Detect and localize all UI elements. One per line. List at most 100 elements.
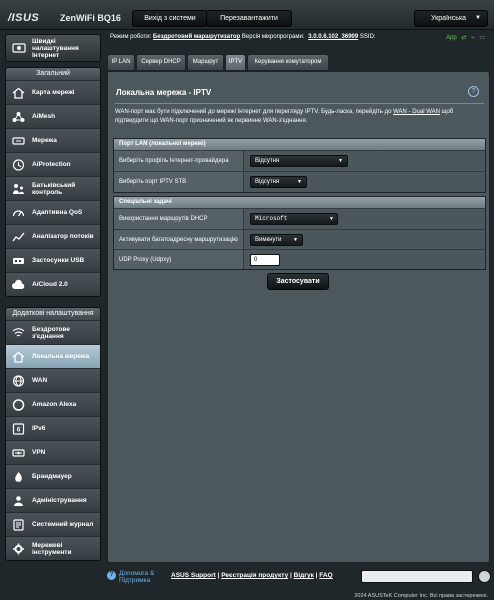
udpxy-row: UDP Proxy (Udpxy) 0 <box>114 249 485 269</box>
status-icons: App ⇄ ⌁ ▭ <box>446 34 488 41</box>
sidebar-item-alexa[interactable]: Amazon Alexa <box>6 392 100 416</box>
chevron-down-icon: ▼ <box>297 179 302 185</box>
mode-value[interactable]: Бездротовий маршрутизатор <box>153 34 240 40</box>
page-title: Локальна мережа - IPTV <box>116 88 212 97</box>
dhcp-routes-value: Microsoft <box>255 215 288 222</box>
sidebar-item-network-tools[interactable]: Мережеві інструменти <box>6 536 100 560</box>
reboot-button[interactable]: Перезавантажити <box>206 10 292 27</box>
sidebar-item-label: Мережа <box>32 137 57 144</box>
chevron-down-icon: ▼ <box>338 158 343 164</box>
usb-status-icon[interactable]: ⌁ <box>471 35 475 41</box>
qis-label: Швидкі налаштування Інтернет <box>32 38 79 59</box>
sidebar-item-wan[interactable]: WAN <box>6 368 100 392</box>
isp-profile-row: Виберіть профіль Інтернет-провайдера Від… <box>114 150 485 171</box>
alexa-icon <box>12 399 25 411</box>
iptv-stb-value: Відсутня <box>255 179 280 185</box>
ethernet-status-icon[interactable]: ▭ <box>479 35 485 41</box>
sidebar-item-parental-control[interactable]: Батьківський контроль <box>6 176 100 200</box>
sidebar-item-traffic-analyzer[interactable]: Аналізатор потоків <box>6 224 100 248</box>
tab-iptv[interactable]: IPTV <box>225 54 246 71</box>
faq-link[interactable]: FAQ <box>319 572 332 579</box>
sidebar-item-aicloud[interactable]: AiCloud 2.0 <box>6 272 100 296</box>
sidebar-item-firewall[interactable]: Брандмауер <box>6 464 100 488</box>
svg-text:6: 6 <box>17 428 21 434</box>
special-tasks-table: Спеціальні задачі Використання маршрутів… <box>113 196 486 270</box>
firmware-value[interactable]: 3.0.0.6.102_36909 <box>308 34 358 40</box>
sidebar-item-ipv6[interactable]: 6 IPv6 <box>6 416 100 440</box>
tab-ip-lan[interactable]: IP LAN <box>107 54 135 71</box>
vpn-icon <box>12 449 25 457</box>
sidebar-item-label: WAN <box>32 377 48 384</box>
chevron-down-icon: ▼ <box>329 216 333 222</box>
search-button[interactable] <box>478 570 491 583</box>
sidebar-item-label: Застосунки USB <box>32 257 85 264</box>
lan-port-heading: Порт LAN (локальної мережі) <box>114 139 485 150</box>
apply-button[interactable]: Застосувати <box>267 273 329 290</box>
firmware-label: Версія мікропрограми: <box>241 34 305 40</box>
sidebar-item-label: IPv6 <box>32 425 46 432</box>
advanced-section-title: Додаткові налаштування <box>6 308 100 320</box>
general-section: Загальний Карта мережі AiMesh Мережа AiP… <box>5 67 101 297</box>
help-support-link[interactable]: ? Допомога & Підтримка <box>107 570 161 584</box>
general-section-title: Загальний <box>6 68 100 80</box>
lan-icon <box>12 351 25 363</box>
iptv-stb-row: Виберіть порт IPTV STB Відсутня ▼ <box>114 171 485 192</box>
tab-dhcp-server[interactable]: Сервер DHCP <box>136 54 186 71</box>
top-bar: /ISUS ZenWiFi BQ16 Вихід з системи Перез… <box>0 0 494 30</box>
sidebar-item-label: Системний журнал <box>32 521 94 528</box>
search-input[interactable] <box>361 570 473 583</box>
sidebar-item-label: Карта мережі <box>32 89 75 96</box>
feedback-link[interactable]: Відгук <box>294 572 314 579</box>
sidebar-item-administration[interactable]: Адміністрування <box>6 488 100 512</box>
quick-setup-icon <box>12 43 26 53</box>
tab-switch-control[interactable]: Керування комутатором <box>247 54 329 71</box>
sidebar-item-label: Локальна мережа <box>32 353 90 360</box>
qos-gauge-icon <box>12 210 25 217</box>
wifi-status-icon[interactable]: ⇄ <box>461 35 466 41</box>
dual-wan-link[interactable]: WAN - Dual WAN <box>393 109 440 115</box>
sidebar-item-aimesh[interactable]: AiMesh <box>6 104 100 128</box>
ssid-label: SSID: <box>359 34 376 40</box>
sidebar-item-aiprotection[interactable]: AiProtection <box>6 152 100 176</box>
help-circle-icon: ? <box>107 571 116 580</box>
footer-links: ASUS Support | Реєстрація продукту | Від… <box>171 572 333 579</box>
sidebar-item-wireless[interactable]: Бездротове з'єднання <box>6 320 100 344</box>
sidebar-item-label: Amazon Alexa <box>32 401 77 408</box>
sidebar-item-network-map[interactable]: Карта мережі <box>6 80 100 104</box>
multicast-routing-select[interactable]: Вимкнути ▼ <box>250 233 303 246</box>
mode-label: Режим роботи: <box>110 34 152 40</box>
sidebar-item-label: Батьківський контроль <box>32 182 76 196</box>
udpxy-label: UDP Proxy (Udpxy) <box>114 250 244 269</box>
firewall-icon <box>15 472 22 482</box>
sidebar-item-network[interactable]: Мережа <box>6 128 100 152</box>
asus-support-link[interactable]: ASUS Support <box>171 572 216 579</box>
app-label[interactable]: App <box>446 35 457 41</box>
system-log-icon <box>13 519 24 531</box>
asus-logo[interactable]: /ISUS <box>8 12 39 24</box>
language-select[interactable]: Українська ▼ <box>414 10 488 27</box>
chevron-down-icon: ▼ <box>475 15 481 21</box>
iptv-stb-select[interactable]: Відсутня ▼ <box>250 176 307 188</box>
product-registration-link[interactable]: Реєстрація продукту <box>221 572 288 579</box>
sidebar-item-label: Мережеві інструменти <box>32 542 72 556</box>
sidebar-item-adaptive-qos[interactable]: Адаптивна QoS <box>6 200 100 224</box>
sidebar-item-vpn[interactable]: VPN <box>6 440 100 464</box>
help-icon[interactable]: ? <box>468 86 479 97</box>
sidebar-item-system-log[interactable]: Системний журнал <box>6 512 100 536</box>
description-text-pre: WAN-порт має бути підключений до мережі … <box>115 109 394 115</box>
lan-port-table: Порт LAN (локальної мережі) Виберіть про… <box>113 138 486 193</box>
sidebar-item-usb-apps[interactable]: Застосунки USB <box>6 248 100 272</box>
model-name: ZenWiFi BQ16 <box>60 13 121 23</box>
wireless-icon <box>12 328 25 337</box>
isp-profile-select[interactable]: Відсутня ▼ <box>250 155 348 167</box>
quick-internet-setup-button[interactable]: Швидкі налаштування Інтернет <box>5 34 101 62</box>
aimesh-icon <box>12 112 25 122</box>
dhcp-routes-select[interactable]: Microsoft ▼ <box>250 213 338 225</box>
sidebar-item-lan[interactable]: Локальна мережа <box>6 344 100 368</box>
chevron-down-icon: ▼ <box>293 236 298 243</box>
shield-icon <box>12 159 25 171</box>
sidebar-item-label: Аналізатор потоків <box>32 233 94 240</box>
udpxy-input[interactable]: 0 <box>250 253 280 266</box>
logout-button[interactable]: Вихід з системи <box>132 10 208 27</box>
tab-route[interactable]: Маршрут <box>187 54 224 71</box>
